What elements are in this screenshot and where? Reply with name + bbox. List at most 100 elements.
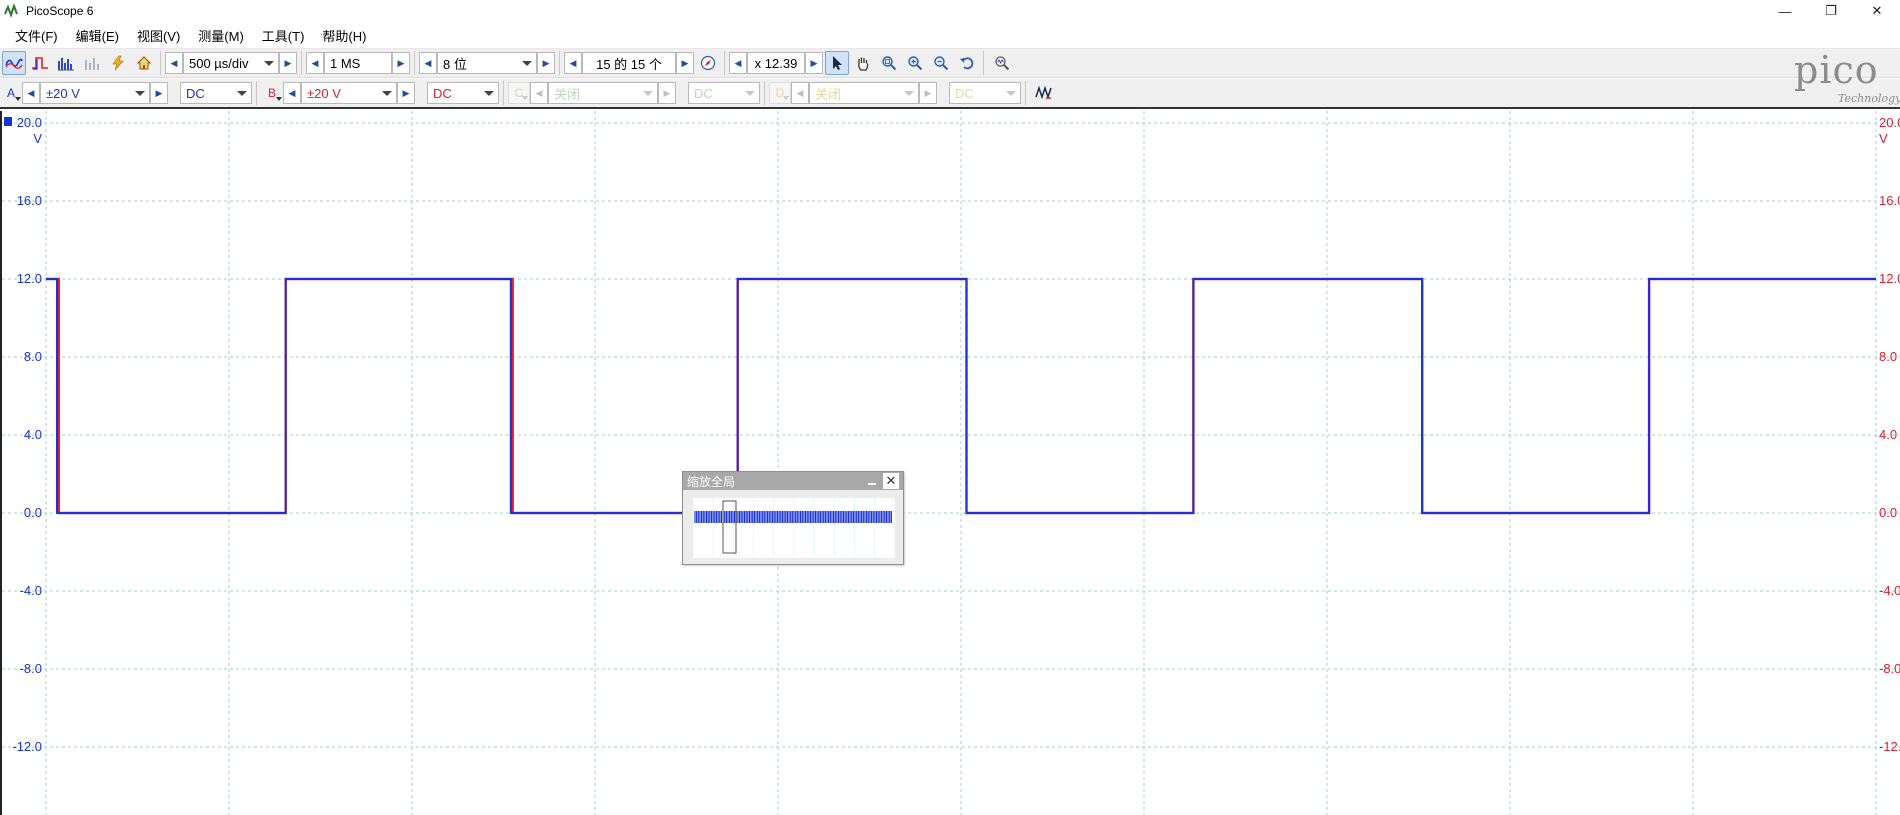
- channel-c-options-button[interactable]: C: [508, 82, 530, 104]
- zoom-factor-field[interactable]: x 12.39: [747, 52, 805, 74]
- auto-setup-button[interactable]: [106, 51, 130, 75]
- hand-icon: [858, 57, 869, 71]
- channel-d-range-prev-button[interactable]: ◀: [791, 82, 809, 104]
- samples-next-button[interactable]: ▶: [392, 52, 410, 74]
- toolbar-separator: [414, 51, 415, 75]
- y-axis-right-tick-label: 0.0: [1879, 505, 1897, 520]
- zoom-next-button[interactable]: ▶: [805, 52, 823, 74]
- zoom-overview-thumbnail[interactable]: [692, 498, 896, 558]
- logo-wordmark: pico: [1794, 48, 1879, 92]
- y-axis-right-tick-label: 20.0: [1879, 115, 1900, 130]
- channel-a-coupling-select[interactable]: DC: [180, 82, 252, 104]
- resolution-prev-button[interactable]: ◀: [419, 52, 437, 74]
- channel-c-range-select[interactable]: 关闭: [548, 82, 658, 104]
- channel-b-options-button[interactable]: B: [261, 82, 283, 104]
- channel-a-axis-marker: [4, 117, 12, 126]
- minimize-icon[interactable]: [865, 474, 879, 488]
- timebase-select[interactable]: 500 µs/div: [183, 52, 279, 74]
- y-axis-left-tick-label: 0.0: [24, 505, 42, 520]
- resolution-next-button[interactable]: ▶: [537, 52, 555, 74]
- y-axis-right-tick-label: 8.0: [1879, 349, 1897, 364]
- chevron-down-icon: [135, 91, 145, 96]
- spectrum-mode-icon: [58, 58, 74, 71]
- zoom-overview-window[interactable]: 缩放全局 ✕: [682, 471, 904, 565]
- oscilloscope-graph[interactable]: 20.016.012.08.04.00.0-4.0-8.0-12.0V20.01…: [2, 111, 1900, 815]
- channel-b-range-next-button[interactable]: ▶: [397, 82, 415, 104]
- zoom-in-button[interactable]: [903, 51, 927, 75]
- overview-zoom-window: [722, 500, 737, 554]
- toolbar-separator: [503, 81, 504, 105]
- chevron-down-icon: [522, 61, 532, 66]
- menu-measure[interactable]: 测量(M): [189, 26, 253, 45]
- buffer-next-button[interactable]: ▶: [676, 52, 694, 74]
- buffer-navigator-field[interactable]: 15 的 15 个: [582, 52, 676, 74]
- samples-field[interactable]: 1 MS: [324, 52, 392, 74]
- channel-b-letter: B: [267, 86, 276, 100]
- default-setup-button[interactable]: [132, 51, 156, 75]
- menu-help[interactable]: 帮助(H): [313, 26, 375, 45]
- channel-a-range-select[interactable]: ±20 V: [40, 82, 150, 104]
- main-toolbar: ◀ 500 µs/div ▶ ◀ 1 MS ▶ ◀ 8 位 ▶ ◀ 15 的 1…: [0, 48, 1900, 78]
- chevron-down-icon: [904, 91, 914, 96]
- minimize-button[interactable]: —: [1762, 0, 1808, 22]
- picoscope-app-icon: [4, 3, 18, 18]
- buffer-overview-button[interactable]: [696, 51, 720, 75]
- close-icon[interactable]: ✕: [883, 473, 899, 489]
- channel-c-range-next-button[interactable]: ▶: [658, 82, 676, 104]
- channel-b-coupling-select[interactable]: DC: [427, 82, 499, 104]
- y-axis-left-tick-label: 20.0: [17, 115, 42, 130]
- scope-view[interactable]: 20.016.012.08.04.00.0-4.0-8.0-12.0V20.01…: [0, 111, 1900, 815]
- zoom-overview-button[interactable]: [990, 51, 1014, 75]
- channel-b-range-prev-button[interactable]: ◀: [283, 82, 301, 104]
- timebase-prev-button[interactable]: ◀: [165, 52, 183, 74]
- menu-file[interactable]: 文件(F): [6, 26, 67, 45]
- serial-decode-button[interactable]: [80, 51, 104, 75]
- zoom-region-button[interactable]: [877, 51, 901, 75]
- chevron-down-icon: [237, 91, 247, 96]
- caret-icon: [783, 96, 789, 100]
- buffer-prev-button[interactable]: ◀: [564, 52, 582, 74]
- undo-icon: [960, 57, 974, 70]
- close-button[interactable]: ✕: [1854, 0, 1900, 22]
- channel-a-range-next-button[interactable]: ▶: [150, 82, 168, 104]
- channel-d-coupling: DC: [955, 85, 974, 101]
- spectrum-mode-button[interactable]: [54, 51, 78, 75]
- restore-button[interactable]: ❐: [1808, 0, 1854, 22]
- timebase-next-button[interactable]: ▶: [279, 52, 297, 74]
- channel-d-coupling-select[interactable]: DC: [949, 82, 1021, 104]
- menu-edit[interactable]: 编辑(E): [67, 26, 128, 45]
- toolbar-separator: [256, 81, 257, 105]
- undo-zoom-button[interactable]: [955, 51, 979, 75]
- y-axis-right-tick-label: 4.0: [1879, 427, 1897, 442]
- menu-tools[interactable]: 工具(T): [253, 26, 314, 45]
- math-channels-button[interactable]: [1032, 81, 1056, 105]
- chevron-down-icon: [643, 91, 653, 96]
- channel-d-options-button[interactable]: D: [769, 82, 791, 104]
- zoom-overview-header[interactable]: 缩放全局 ✕: [683, 472, 903, 490]
- persistence-mode-button[interactable]: [28, 51, 52, 75]
- y-axis-left-unit: V: [33, 131, 42, 146]
- buffer-value: 15 的 15 个: [596, 56, 662, 72]
- select-tool-button[interactable]: [825, 51, 849, 75]
- samples-prev-button[interactable]: ◀: [306, 52, 324, 74]
- timebase-value: 500 µs/div: [189, 55, 249, 71]
- pan-tool-button[interactable]: [851, 51, 875, 75]
- channel-c-range-prev-button[interactable]: ◀: [530, 82, 548, 104]
- channel-d-range-next-button[interactable]: ▶: [919, 82, 937, 104]
- scope-mode-button[interactable]: [2, 51, 26, 75]
- channel-a-letter: A: [6, 86, 15, 100]
- channel-toolbar: A ◀ ±20 V ▶ DC B ◀ ±20 V ▶ DC C ◀ 关闭 ▶ D…: [0, 79, 1900, 109]
- channel-a-range-prev-button[interactable]: ◀: [22, 82, 40, 104]
- channel-d-range-select[interactable]: 关闭: [809, 82, 919, 104]
- zoom-overview-icon: [995, 56, 1010, 71]
- y-axis-right-tick-label: -8.0: [1879, 661, 1900, 676]
- caret-icon: [276, 97, 282, 101]
- zoom-prev-button[interactable]: ◀: [729, 52, 747, 74]
- channel-c-coupling-select[interactable]: DC: [688, 82, 760, 104]
- channel-b-range-select[interactable]: ±20 V: [301, 82, 397, 104]
- zoom-out-button[interactable]: [929, 51, 953, 75]
- resolution-select[interactable]: 8 位: [437, 52, 537, 74]
- zoom-out-icon: [934, 56, 949, 71]
- channel-a-options-button[interactable]: A: [0, 82, 22, 104]
- menu-view[interactable]: 视图(V): [128, 26, 189, 45]
